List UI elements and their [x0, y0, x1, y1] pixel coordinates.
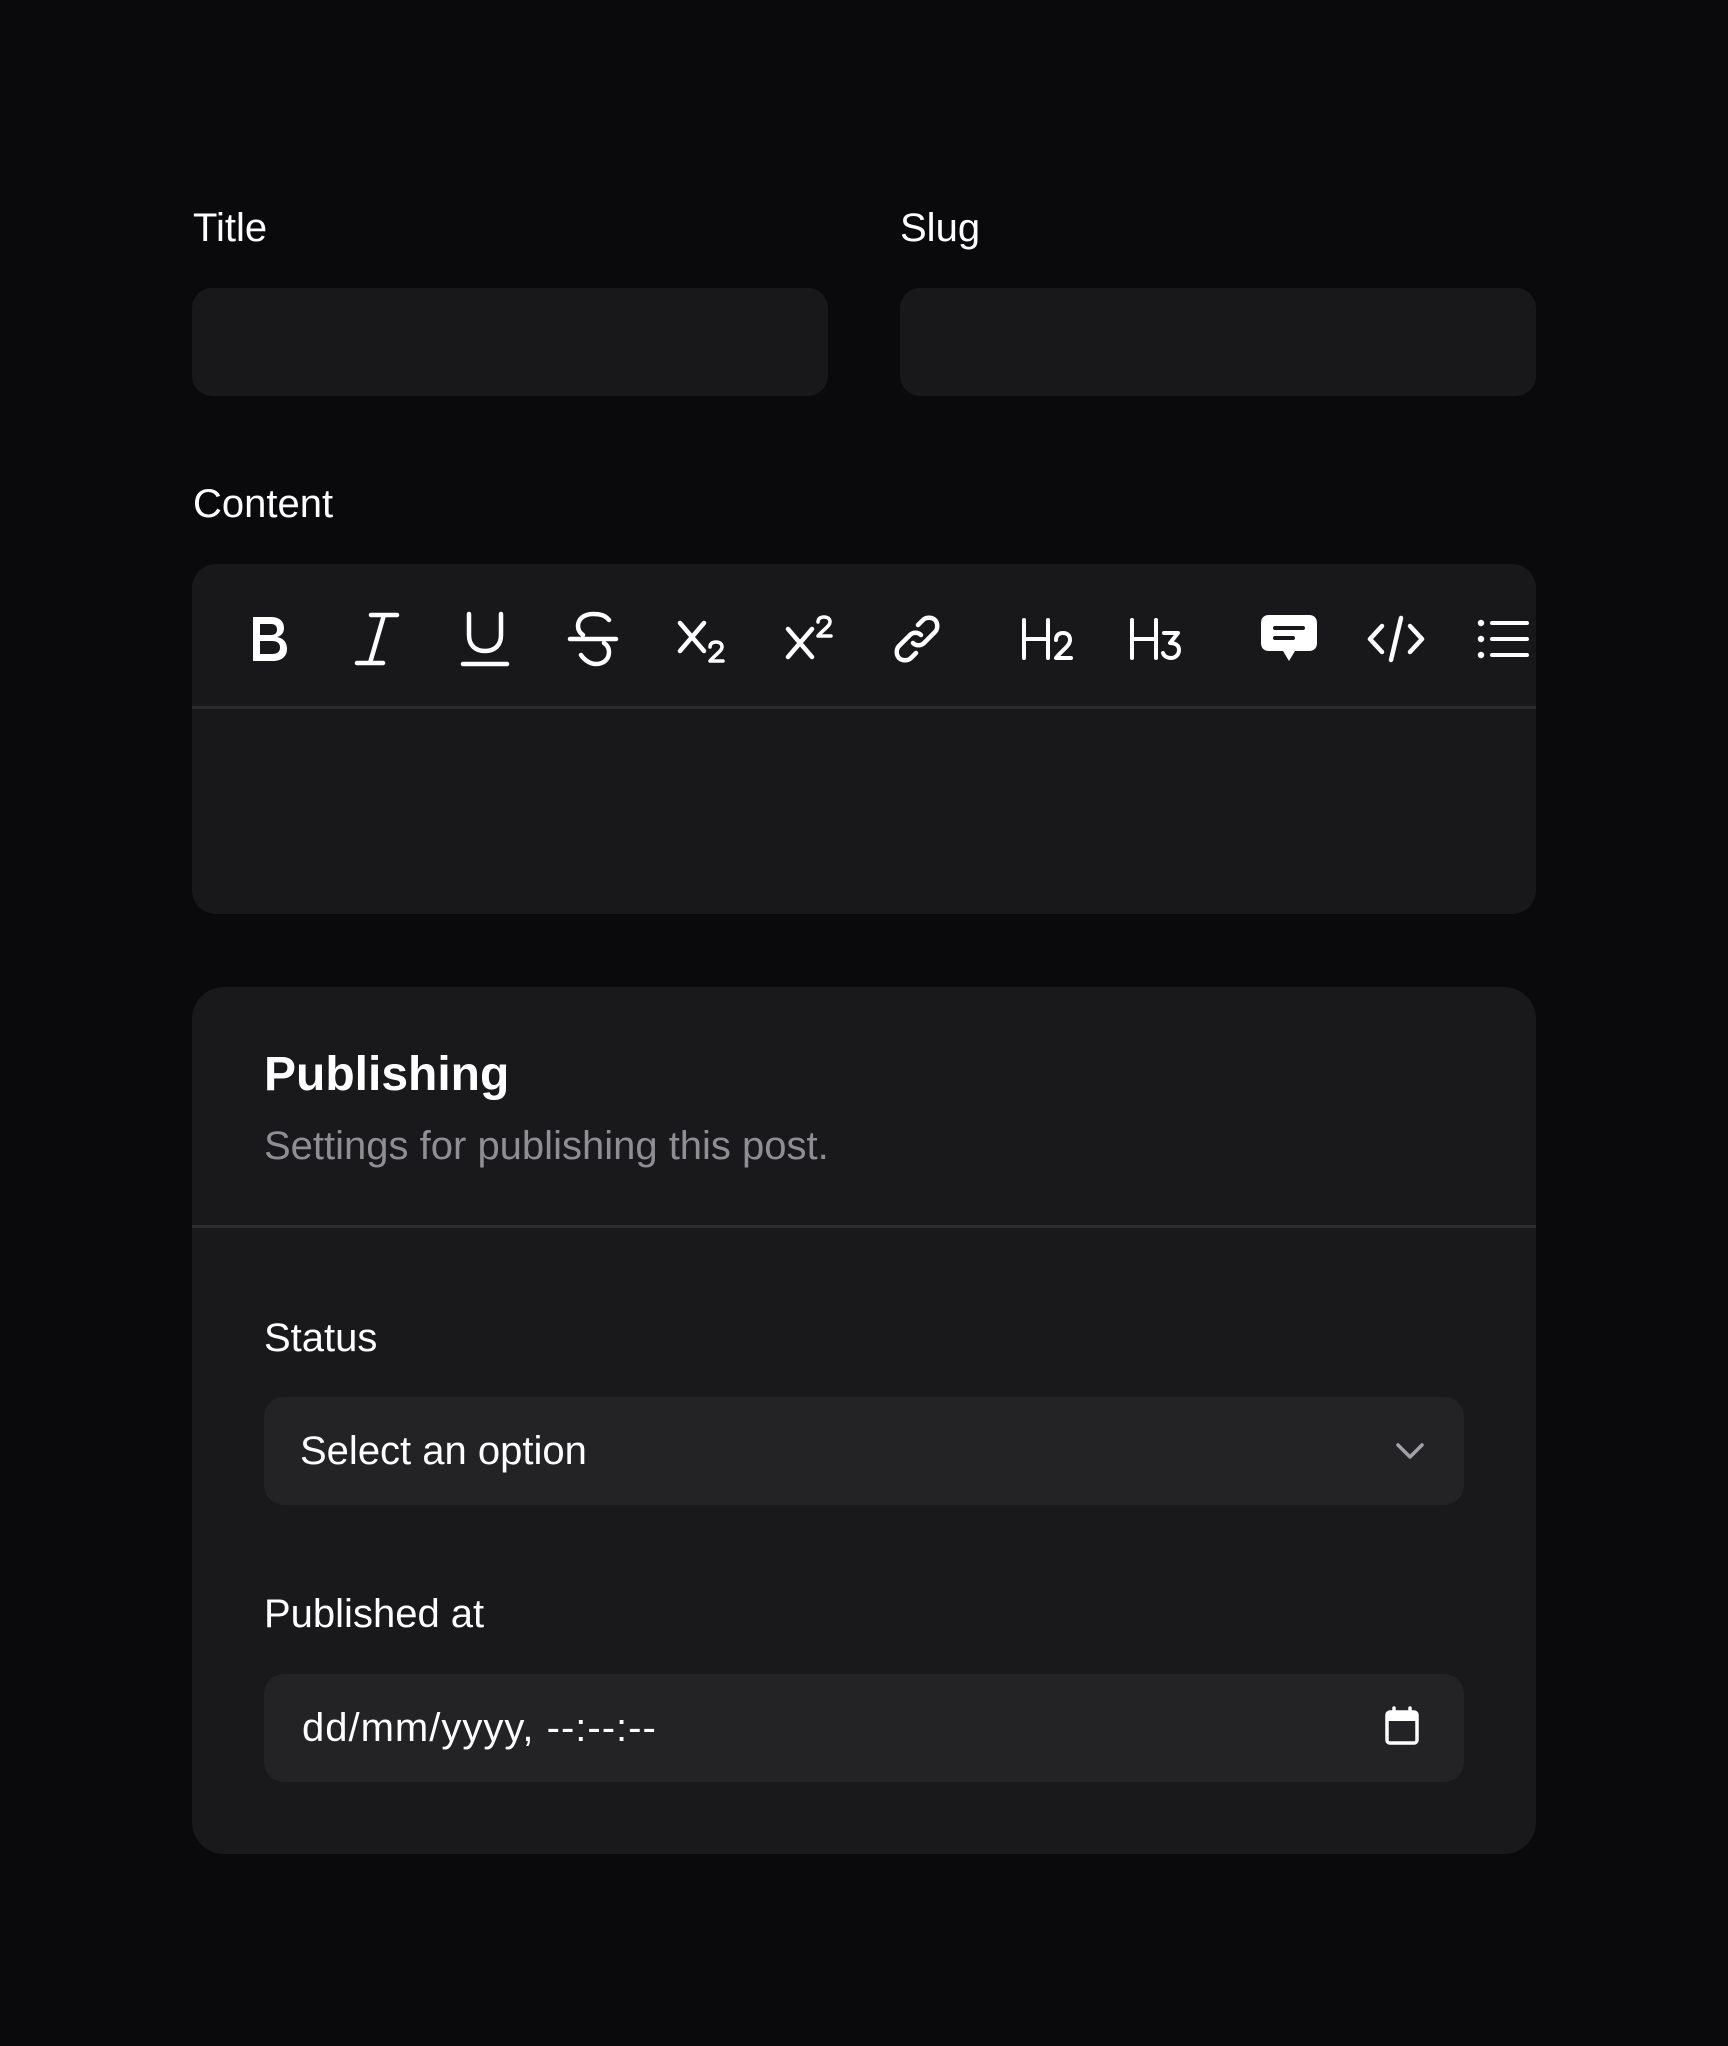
subscript-icon [677, 620, 725, 663]
strikethrough-button[interactable] [558, 604, 628, 674]
publishing-card-header: Publishing Settings for publishing this … [192, 987, 1536, 1228]
subscript-button[interactable] [667, 604, 737, 674]
h2-icon [1022, 618, 1073, 660]
h3-icon [1130, 618, 1181, 660]
chevron-down-icon [1396, 1443, 1424, 1459]
published-at-value: dd/mm/yyyy, --:--:-- [302, 1706, 657, 1750]
italic-button[interactable] [342, 604, 412, 674]
underline-icon [460, 611, 510, 667]
status-select[interactable]: Select an option [264, 1397, 1464, 1505]
rich-text-editor [192, 564, 1536, 914]
editor-toolbar [192, 564, 1536, 709]
calendar-icon[interactable] [1384, 1706, 1420, 1746]
publishing-card: Publishing Settings for publishing this … [192, 987, 1536, 1854]
publishing-description: Settings for publishing this post. [264, 1124, 829, 1168]
heading-2-button[interactable] [1013, 604, 1083, 674]
slug-input[interactable] [900, 288, 1536, 396]
title-label: Title [193, 206, 268, 250]
speech-bubble-icon [1261, 615, 1317, 661]
code-block-button[interactable] [1361, 604, 1431, 674]
blockquote-button[interactable] [1254, 604, 1324, 674]
link-button[interactable] [882, 604, 952, 674]
published-at-label: Published at [264, 1592, 485, 1636]
publishing-title: Publishing [264, 1048, 510, 1101]
published-at-input[interactable]: dd/mm/yyyy, --:--:-- [264, 1674, 1464, 1782]
bold-button[interactable] [234, 604, 304, 674]
bold-icon [253, 617, 287, 661]
bullet-list-button[interactable] [1468, 604, 1536, 674]
underline-button[interactable] [450, 604, 520, 674]
bullet-list-icon [1477, 619, 1529, 659]
slug-label: Slug [900, 206, 981, 250]
strikethrough-icon [567, 611, 619, 667]
title-input[interactable] [192, 288, 828, 396]
superscript-button[interactable] [775, 604, 845, 674]
post-editor-form: Title Slug Content Publishing Settings f… [0, 0, 1728, 2046]
heading-3-button[interactable] [1121, 604, 1191, 674]
italic-icon [354, 612, 400, 666]
status-label: Status [264, 1316, 378, 1360]
code-icon [1367, 615, 1425, 663]
status-select-value: Select an option [300, 1429, 587, 1473]
content-label: Content [193, 482, 334, 526]
link-icon [894, 615, 940, 663]
superscript-icon [785, 615, 833, 660]
editor-content-area[interactable] [192, 709, 1536, 914]
